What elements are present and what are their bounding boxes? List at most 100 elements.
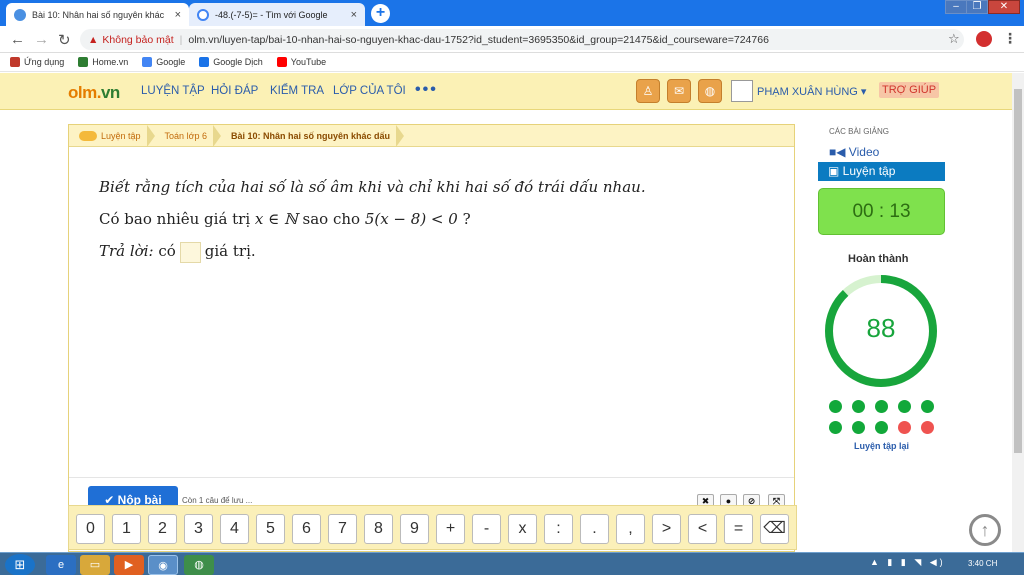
ie-icon[interactable]: e <box>46 555 76 575</box>
bookmark-google[interactable]: Google <box>142 57 185 67</box>
app-icon[interactable]: ◍ <box>184 555 214 575</box>
breadcrumb-grade6-math[interactable]: Toán lớp 6 <box>155 124 222 147</box>
tab-active-lesson[interactable]: Bài 10: Nhân hai số nguyên khác × <box>6 3 189 26</box>
bookmark-homevn[interactable]: Home.vn <box>78 57 128 67</box>
key-1[interactable]: 1 <box>112 514 141 544</box>
avatar[interactable] <box>731 80 753 102</box>
key-minus[interactable]: - <box>472 514 501 544</box>
lesson-practice-link[interactable]: ▣ Luyện tập <box>818 162 945 181</box>
key-comma[interactable]: , <box>616 514 645 544</box>
nav-my-class[interactable]: LỚP CỦA TÔI <box>333 85 406 97</box>
forward-icon[interactable]: → <box>34 31 49 48</box>
key-8[interactable]: 8 <box>364 514 393 544</box>
maximize-button[interactable]: ❐ <box>966 0 988 14</box>
nav-practice[interactable]: LUYỆN TẬP <box>141 85 205 97</box>
close-tab-icon[interactable]: × <box>175 9 181 21</box>
youtube-icon <box>276 57 287 67</box>
scroll-thumb[interactable] <box>1014 89 1022 453</box>
close-tab-icon[interactable]: × <box>351 9 357 21</box>
key-multiply[interactable]: x <box>508 514 537 544</box>
key-dot[interactable]: . <box>580 514 609 544</box>
bookmark-label: Google <box>156 57 186 67</box>
olm-logo[interactable]: olm.vn <box>68 83 120 103</box>
media-player-icon[interactable]: ▶ <box>114 555 144 575</box>
bookmarks-bar: Ứng dụng Home.vn Google Google Dịch YouT… <box>0 53 1024 72</box>
status-dot[interactable] <box>921 400 934 413</box>
answer-input[interactable] <box>179 241 201 263</box>
bookmark-google-translate[interactable]: Google Dịch <box>199 57 263 67</box>
status-dot[interactable] <box>898 421 911 434</box>
nav-qa[interactable]: HỎI ĐÁP <box>211 85 258 97</box>
close-window-button[interactable]: ✕ <box>988 0 1020 14</box>
minimize-button[interactable]: – <box>945 0 967 14</box>
key-3[interactable]: 3 <box>184 514 213 544</box>
translate-icon <box>199 57 210 67</box>
status-dot[interactable] <box>829 400 842 413</box>
breadcrumb-label: Luyện tập <box>101 130 141 141</box>
chat-icon[interactable]: ✉ <box>667 79 691 103</box>
key-7[interactable]: 7 <box>328 514 357 544</box>
divider: | <box>179 33 183 46</box>
question-premise: Biết rằng tích của hai số là số âm khi v… <box>99 178 646 196</box>
answer-line: Trả lời: có giá trị. <box>99 235 646 267</box>
scroll-top-button[interactable]: ↑ <box>969 514 1001 546</box>
more-menu-icon[interactable]: ••• <box>415 81 438 99</box>
status-dot[interactable] <box>898 400 911 413</box>
breadcrumb-practice[interactable]: Luyện tập <box>69 124 155 147</box>
chrome-icon[interactable]: ◉ <box>148 555 178 575</box>
answer-post: giá trị. <box>204 242 256 260</box>
help-button[interactable]: TRỢ GIÚP <box>879 82 940 98</box>
answer-pre: có <box>153 242 176 260</box>
user-menu[interactable]: PHẠM XUÂN HÙNG ▾ <box>757 85 866 98</box>
new-tab-button[interactable]: + <box>371 4 390 23</box>
tab-google-search[interactable]: -48.(-7-5)= - Tìm với Google × <box>189 3 365 26</box>
key-0[interactable]: 0 <box>76 514 105 544</box>
key-9[interactable]: 9 <box>400 514 429 544</box>
breadcrumb-lesson[interactable]: Bài 10: Nhân hai số nguyên khác dấu <box>221 124 405 147</box>
status-dot[interactable] <box>829 421 842 434</box>
remaining-status: Còn 1 câu để lưu ... <box>182 496 253 505</box>
question-text: sao cho <box>297 210 365 228</box>
bookmark-youtube[interactable]: YouTube <box>276 57 327 67</box>
insecure-label[interactable]: Không bảo mật <box>102 34 173 46</box>
reload-icon[interactable]: ↻ <box>58 31 71 49</box>
key-backspace[interactable]: ⌫ <box>760 514 789 544</box>
key-6[interactable]: 6 <box>292 514 321 544</box>
key-plus[interactable]: + <box>436 514 465 544</box>
status-dot[interactable] <box>921 421 934 434</box>
key-greater[interactable]: > <box>652 514 681 544</box>
clock: 3:40 CH <box>968 559 998 568</box>
status-dot[interactable] <box>852 400 865 413</box>
bookmark-apps[interactable]: Ứng dụng <box>10 57 64 67</box>
browser-menu-icon[interactable]: ⋮ <box>1003 30 1017 47</box>
system-tray[interactable]: ▲ ▮ ▮ ◥ ◀) <box>870 557 946 568</box>
windows-taskbar: ⊞ e ▭ ▶ ◉ ◍ ▲ ▮ ▮ ◥ ◀) 3:40 CH <box>0 552 1024 575</box>
homevn-icon <box>78 57 89 67</box>
bookmark-star-icon[interactable]: ☆ <box>948 31 960 47</box>
user-add-icon[interactable]: ♙ <box>636 79 660 103</box>
key-4[interactable]: 4 <box>220 514 249 544</box>
progress-value: 88 <box>866 313 896 343</box>
nav-test[interactable]: KIỂM TRA <box>270 85 324 97</box>
bookmark-label: YouTube <box>290 57 327 67</box>
extension-icon[interactable] <box>976 31 992 47</box>
breadcrumb: Luyện tập Toán lớp 6 Bài 10: Nhân hai số… <box>69 124 794 147</box>
explorer-icon[interactable]: ▭ <box>80 555 110 575</box>
browser-tab-bar: Bài 10: Nhân hai số nguyên khác × -48.(-… <box>0 0 1024 26</box>
start-button[interactable]: ⊞ <box>5 554 35 575</box>
key-divide[interactable]: : <box>544 514 573 544</box>
retry-link[interactable]: Luyện tập lại <box>854 441 909 451</box>
globe-icon[interactable]: ◍ <box>698 79 722 103</box>
status-dot[interactable] <box>875 421 888 434</box>
lesson-video-link[interactable]: ■◀ Video <box>829 145 879 159</box>
key-5[interactable]: 5 <box>256 514 285 544</box>
status-dot[interactable] <box>852 421 865 434</box>
page-scrollbar[interactable] <box>1012 73 1024 552</box>
breadcrumb-label: Toán lớp 6 <box>164 130 207 141</box>
status-dot[interactable] <box>875 400 888 413</box>
key-less[interactable]: < <box>688 514 717 544</box>
key-2[interactable]: 2 <box>148 514 177 544</box>
back-icon[interactable]: ← <box>10 31 25 48</box>
key-equals[interactable]: = <box>724 514 753 544</box>
url-field[interactable]: ▲ Không bảo mật | olm.vn/luyen-tap/bai-1… <box>80 29 964 50</box>
